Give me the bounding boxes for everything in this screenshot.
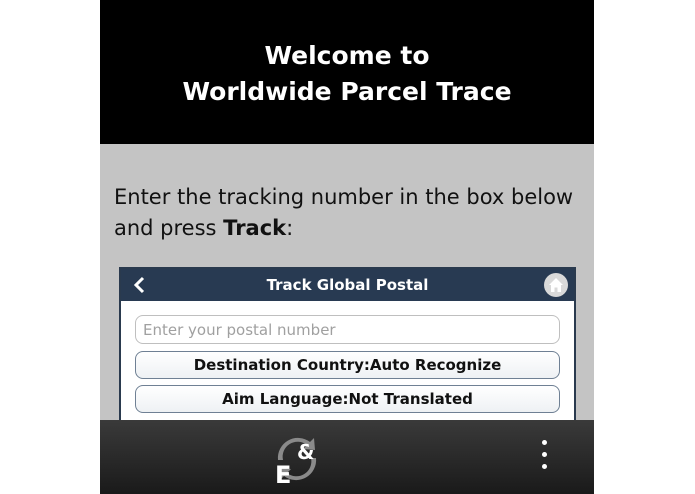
app-title-bar: Track Global Postal [121,269,574,301]
welcome-header: Welcome to Worldwide Parcel Trace [100,0,594,144]
overflow-menu-icon[interactable] [538,440,550,476]
instruction-suffix: : [286,216,294,240]
bottom-action-bar: E & [100,420,594,494]
header-line-2: Worldwide Parcel Trace [182,77,512,106]
instruction-prefix: Enter the tracking number in the box bel… [114,185,574,240]
svg-text:&: & [297,440,314,464]
app-logo-icon[interactable]: E & [270,432,324,489]
app-preview: Track Global Postal Destination Country:… [119,267,576,427]
svg-text:E: E [275,461,291,486]
app-title: Track Global Postal [266,276,429,294]
home-icon[interactable] [544,273,568,297]
phone-screen: Welcome to Worldwide Parcel Trace Enter … [100,0,594,494]
destination-country-button[interactable]: Destination Country:Auto Recognize [135,351,560,379]
instruction-track-word: Track [223,216,287,240]
postal-number-input[interactable] [135,315,560,344]
header-line-1: Welcome to [264,41,430,70]
instruction-text: Enter the tracking number in the box bel… [114,182,584,244]
aim-language-button[interactable]: Aim Language:Not Translated [135,385,560,413]
